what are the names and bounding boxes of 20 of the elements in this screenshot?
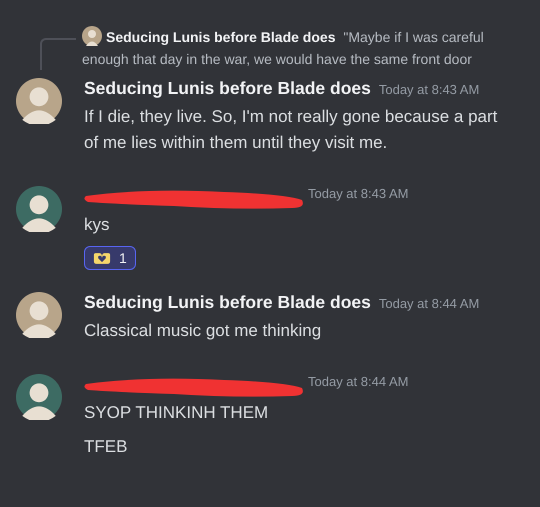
username[interactable]: Seducing Lunis before Blade does: [84, 78, 371, 99]
timestamp: Today at 8:43 AM: [378, 82, 480, 97]
username[interactable]: Seducing Lunis before Blade does: [84, 292, 371, 313]
reaction-button[interactable]: 1: [84, 246, 136, 270]
avatar-icon: [82, 26, 102, 46]
timestamp: Today at 8:44 AM: [308, 374, 408, 389]
message-text: SYOP THINKINH THEM: [84, 402, 270, 424]
heart-hands-icon: [93, 252, 111, 264]
message-text: If I die, they live. So, I'm not really gone because a part of me lies within them until they visit me.: [84, 106, 498, 154]
reply-preview[interactable]: Seducing Lunis before Blade does "Maybe if I was careful enough that day in the war, we would have the same front door: [82, 26, 522, 74]
timestamp: Today at 8:44 AM: [378, 296, 480, 311]
user-avatar[interactable]: [16, 186, 62, 232]
user-avatar[interactable]: [16, 374, 62, 420]
message-text: Classical music got me thinking: [84, 320, 322, 342]
message-text: TFEB: [84, 436, 128, 458]
user-avatar[interactable]: [16, 292, 62, 338]
timestamp: Today at 8:43 AM: [308, 186, 408, 201]
message-text: kys: [84, 214, 110, 236]
user-avatar[interactable]: [16, 78, 62, 124]
reply-connector: [40, 38, 76, 70]
